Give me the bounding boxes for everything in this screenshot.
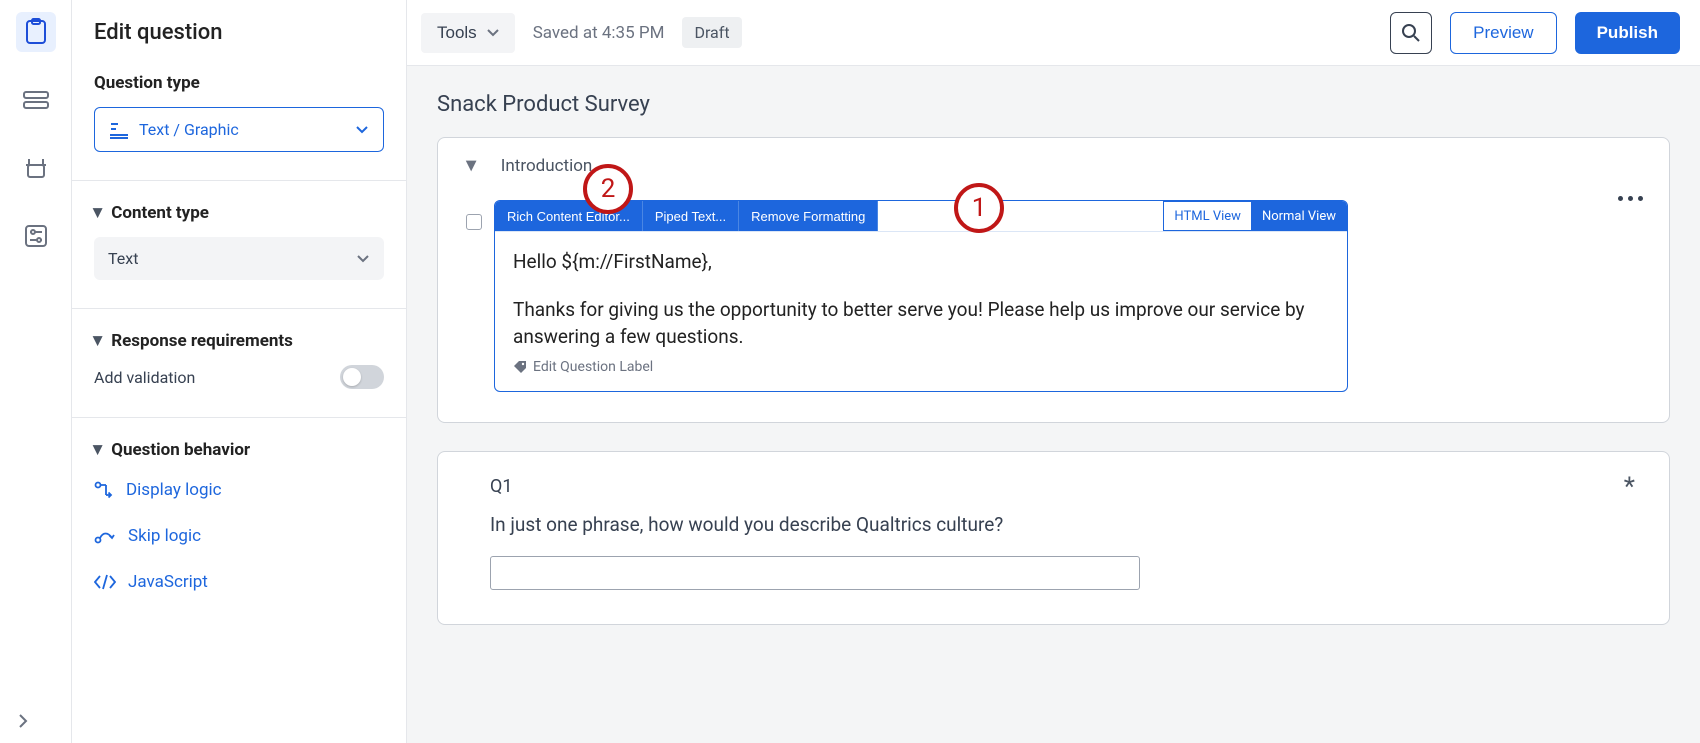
topbar: Tools Saved at 4:35 PM Draft Preview Pub…: [407, 0, 1700, 66]
question-id: Q1: [490, 476, 1627, 497]
skip-logic-link[interactable]: Skip logic: [94, 526, 384, 546]
main: Tools Saved at 4:35 PM Draft Preview Pub…: [407, 0, 1700, 743]
piped-text-tab[interactable]: Piped Text...: [643, 201, 739, 231]
tools-button[interactable]: Tools: [421, 13, 515, 53]
draft-badge: Draft: [682, 17, 741, 48]
code-icon: [94, 574, 116, 590]
caret-icon: ▶: [92, 208, 106, 217]
question-body[interactable]: Hello ${m://FirstName}, Thanks for givin…: [495, 231, 1347, 391]
rich-content-editor-tab[interactable]: Rich Content Editor...: [495, 201, 643, 231]
rail-settings-icon[interactable]: [16, 216, 56, 256]
rail-look-icon[interactable]: [16, 148, 56, 188]
response-req-header[interactable]: ▶ Response requirements: [94, 331, 384, 351]
divider: [72, 180, 406, 181]
block-title[interactable]: Introduction: [501, 156, 593, 176]
saved-status: Saved at 4:35 PM: [533, 23, 665, 43]
content-type-select[interactable]: Text: [94, 237, 384, 280]
tag-icon: [513, 360, 527, 374]
content-type-heading: Content type: [111, 203, 209, 223]
display-logic-icon: [94, 481, 114, 499]
display-logic-link[interactable]: Display logic: [94, 480, 384, 500]
search-button[interactable]: [1390, 12, 1432, 54]
side-panel: Edit question Question type Text / Graph…: [72, 0, 407, 743]
content-type-header[interactable]: ▶ Content type: [94, 203, 384, 223]
chevron-down-icon: [356, 254, 370, 264]
tools-label: Tools: [437, 23, 477, 43]
question-editor: Rich Content Editor... Piped Text... Rem…: [494, 200, 1348, 392]
preview-button[interactable]: Preview: [1450, 12, 1556, 54]
canvas: Snack Product Survey ▶ Introduction Rich…: [407, 66, 1700, 651]
search-icon: [1401, 23, 1421, 43]
skip-logic-icon: [94, 528, 116, 544]
javascript-label: JavaScript: [128, 572, 208, 592]
caret-icon: ▶: [92, 445, 106, 454]
divider: [72, 417, 406, 418]
response-req-heading: Response requirements: [111, 331, 293, 351]
content-type-value: Text: [108, 249, 356, 268]
qtype-heading: Question type: [94, 73, 384, 93]
question-card-q1[interactable]: Q1 * In just one phrase, how would you d…: [437, 451, 1670, 625]
divider: [72, 308, 406, 309]
chevron-down-icon: [355, 125, 369, 135]
question-type-select[interactable]: Text / Graphic: [94, 107, 384, 152]
caret-icon[interactable]: ▶: [463, 161, 479, 172]
javascript-link[interactable]: JavaScript: [94, 572, 384, 592]
remove-formatting-tab[interactable]: Remove Formatting: [739, 201, 878, 231]
question-type-label: Text / Graphic: [139, 120, 355, 139]
rail-survey-icon[interactable]: [16, 12, 56, 52]
question-text: In just one phrase, how would you descri…: [490, 513, 1627, 536]
rail-flow-icon[interactable]: [16, 80, 56, 120]
answer-text-input[interactable]: [490, 556, 1140, 590]
display-logic-label: Display logic: [126, 480, 222, 500]
panel-title: Edit question: [94, 20, 384, 45]
normal-view-toggle[interactable]: Normal View: [1251, 201, 1347, 231]
add-validation-toggle[interactable]: [340, 365, 384, 389]
edit-label-text: Edit Question Label: [533, 357, 653, 377]
text-graphic-icon: [109, 121, 129, 139]
behavior-header[interactable]: ▶ Question behavior: [94, 440, 384, 460]
intro-block: ▶ Introduction Rich Content Editor... Pi…: [437, 137, 1670, 423]
skip-logic-label: Skip logic: [128, 526, 201, 546]
survey-title: Snack Product Survey: [437, 92, 1670, 117]
html-view-toggle[interactable]: HTML View: [1163, 201, 1251, 231]
edit-question-label[interactable]: Edit Question Label: [513, 357, 1329, 377]
publish-button[interactable]: Publish: [1575, 12, 1680, 54]
intro-greeting: Hello ${m://FirstName},: [513, 248, 1329, 276]
caret-icon: ▶: [92, 336, 106, 345]
intro-paragraph: Thanks for giving us the opportunity to …: [513, 296, 1329, 351]
required-star-icon: *: [1624, 472, 1635, 502]
nav-rail: [0, 0, 72, 743]
rail-expand-icon[interactable]: [18, 713, 28, 729]
add-validation-label: Add validation: [94, 368, 195, 387]
question-select-checkbox[interactable]: [466, 214, 482, 230]
chevron-down-icon: [487, 29, 499, 37]
behavior-heading: Question behavior: [111, 440, 250, 460]
